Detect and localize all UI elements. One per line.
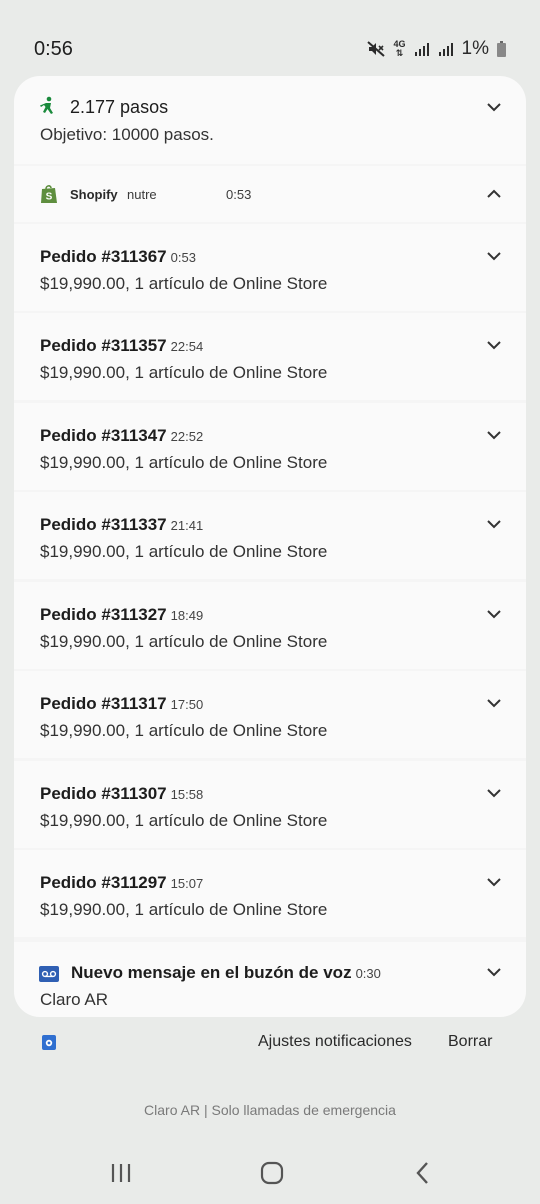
steps-notification[interactable]: 2.177 pasos Objetivo: 10000 pasos. <box>14 76 526 164</box>
order-title: Pedido #311297 15:07 <box>40 873 204 892</box>
svg-text:S: S <box>46 192 53 203</box>
order-description: $19,990.00, 1 artículo de Online Store <box>40 900 328 919</box>
order-description: $19,990.00, 1 artículo de Online Store <box>40 363 328 382</box>
order-description: $19,990.00, 1 artículo de Online Store <box>40 632 328 651</box>
battery-percent: 1% <box>461 38 489 59</box>
back-icon[interactable] <box>410 1160 436 1186</box>
carrier-status: Claro AR | Solo llamadas de emergencia <box>144 1102 396 1118</box>
order-title: Pedido #311327 18:49 <box>40 605 204 624</box>
signal-icon <box>414 43 429 56</box>
signal-icon-2 <box>438 43 453 56</box>
shopify-bag-icon: S <box>41 185 57 203</box>
steps-title: 2.177 pasos <box>70 97 169 117</box>
shopify-subtext: nutre <box>127 187 157 202</box>
order-notification[interactable]: Pedido #311337 21:41 $19,990.00, 1 artícu… <box>14 492 526 579</box>
status-time: 0:56 <box>34 38 73 60</box>
chevron-up-icon[interactable] <box>486 186 502 202</box>
order-time: 0:53 <box>170 250 196 265</box>
order-time: 18:49 <box>170 608 204 623</box>
calendar-icon[interactable] <box>42 1034 56 1050</box>
chevron-down-icon[interactable] <box>486 964 502 980</box>
home-icon[interactable] <box>259 1160 285 1186</box>
order-notification[interactable]: Pedido #311297 15:07 $19,990.00, 1 artícu… <box>14 850 526 937</box>
order-description: $19,990.00, 1 artículo de Online Store <box>40 811 328 830</box>
voicemail-title: Nuevo mensaje en el buzón de voz 0:30 <box>71 963 381 982</box>
order-time: 21:41 <box>170 518 204 533</box>
order-notification[interactable]: Pedido #311357 22:54 $19,990.00, 1 artícu… <box>14 313 526 400</box>
chevron-down-icon[interactable] <box>486 516 502 532</box>
clear-button[interactable]: Borrar <box>448 1033 492 1051</box>
order-time: 17:50 <box>170 697 204 712</box>
order-description: $19,990.00, 1 artículo de Online Store <box>40 274 328 293</box>
order-time: 15:07 <box>170 876 204 891</box>
order-description: $19,990.00, 1 artículo de Online Store <box>40 453 328 472</box>
chevron-down-icon[interactable] <box>486 248 502 264</box>
shopify-time: 0:53 <box>226 187 252 202</box>
notification-actions: Ajustes notificaciones Borrar <box>0 1028 540 1058</box>
order-notification[interactable]: Pedido #311307 15:58 $19,990.00, 1 artícu… <box>14 761 526 848</box>
order-title: Pedido #311357 22:54 <box>40 336 204 355</box>
order-time: 22:52 <box>170 429 204 444</box>
navigation-bar <box>0 1150 540 1194</box>
voicemail-subtitle: Claro AR <box>40 990 109 1009</box>
chevron-down-icon[interactable] <box>486 606 502 622</box>
network-type: 4G ⇅ <box>393 39 406 58</box>
order-notification[interactable]: Pedido #311317 17:50 $19,990.00, 1 artícu… <box>14 671 526 758</box>
voicemail-time: 0:30 <box>355 966 381 981</box>
notification-panel: 2.177 pasos Objetivo: 10000 pasos. S Sho… <box>14 76 526 1017</box>
order-notification[interactable]: Pedido #311347 22:52 $19,990.00, 1 artícu… <box>14 403 526 490</box>
mute-icon <box>366 41 385 57</box>
voicemail-icon <box>39 966 59 982</box>
chevron-down-icon[interactable] <box>486 785 502 801</box>
order-description: $19,990.00, 1 artículo de Online Store <box>40 721 328 740</box>
order-notification[interactable]: Pedido #311327 18:49 $19,990.00, 1 artícu… <box>14 582 526 669</box>
shopify-app-name: Shopify <box>70 187 118 202</box>
order-notification[interactable]: Pedido #311367 0:53 $19,990.00, 1 artícul… <box>14 224 526 311</box>
steps-subtitle: Objetivo: 10000 pasos. <box>40 125 214 144</box>
voicemail-notification[interactable]: Nuevo mensaje en el buzón de voz 0:30 Cla… <box>14 942 526 1017</box>
battery-icon <box>497 41 506 57</box>
order-title: Pedido #311367 0:53 <box>40 247 196 266</box>
order-title: Pedido #311347 22:52 <box>40 426 204 445</box>
order-time: 22:54 <box>170 339 204 354</box>
order-description: $19,990.00, 1 artículo de Online Store <box>40 542 328 561</box>
chevron-down-icon[interactable] <box>486 99 502 115</box>
shopify-group-header[interactable]: S Shopify nutre 0:53 <box>14 166 526 222</box>
order-title: Pedido #311337 21:41 <box>40 515 204 534</box>
chevron-down-icon[interactable] <box>486 427 502 443</box>
chevron-down-icon[interactable] <box>486 874 502 890</box>
walking-person-icon <box>40 96 53 114</box>
notification-settings-button[interactable]: Ajustes notificaciones <box>258 1033 412 1051</box>
order-time: 15:58 <box>170 787 204 802</box>
chevron-down-icon[interactable] <box>486 695 502 711</box>
order-title: Pedido #311317 17:50 <box>40 694 204 713</box>
status-icons: 4G ⇅ 1% <box>366 36 506 62</box>
order-title: Pedido #311307 15:58 <box>40 784 204 803</box>
recent-apps-icon[interactable] <box>108 1160 134 1186</box>
chevron-down-icon[interactable] <box>486 337 502 353</box>
